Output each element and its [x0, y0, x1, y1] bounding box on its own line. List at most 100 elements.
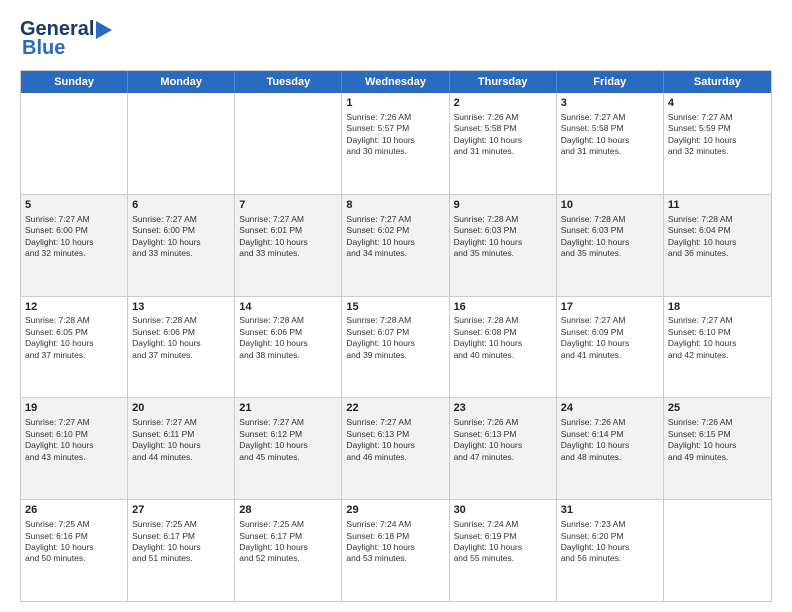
day-number: 22	[346, 401, 444, 416]
day-info-line: Daylight: 10 hours	[561, 237, 659, 248]
day-number: 19	[25, 401, 123, 416]
day-info-line: Sunset: 6:05 PM	[25, 327, 123, 338]
day-number: 26	[25, 503, 123, 518]
day-info-line: Sunset: 6:04 PM	[668, 225, 767, 236]
day-info-line: and 52 minutes.	[239, 553, 337, 564]
calendar-row: 1Sunrise: 7:26 AMSunset: 5:57 PMDaylight…	[21, 93, 771, 195]
day-info-line: Sunset: 6:03 PM	[561, 225, 659, 236]
day-number: 30	[454, 503, 552, 518]
day-number: 1	[346, 96, 444, 111]
day-number: 28	[239, 503, 337, 518]
day-info-line: Daylight: 10 hours	[454, 440, 552, 451]
day-number: 7	[239, 198, 337, 213]
day-info-line: and 32 minutes.	[668, 146, 767, 157]
day-info-line: and 43 minutes.	[25, 452, 123, 463]
calendar-row: 5Sunrise: 7:27 AMSunset: 6:00 PMDaylight…	[21, 195, 771, 297]
day-info-line: Sunset: 6:16 PM	[25, 531, 123, 542]
day-info-line: and 50 minutes.	[25, 553, 123, 564]
day-info-line: Daylight: 10 hours	[25, 440, 123, 451]
calendar-cell: 1Sunrise: 7:26 AMSunset: 5:57 PMDaylight…	[342, 93, 449, 194]
day-info-line: and 47 minutes.	[454, 452, 552, 463]
calendar-cell: 5Sunrise: 7:27 AMSunset: 6:00 PMDaylight…	[21, 195, 128, 296]
logo: General Blue	[20, 18, 118, 60]
calendar-cell: 23Sunrise: 7:26 AMSunset: 6:13 PMDayligh…	[450, 398, 557, 499]
day-info-line: and 34 minutes.	[346, 248, 444, 259]
day-number: 27	[132, 503, 230, 518]
day-info-line: Sunset: 5:58 PM	[454, 123, 552, 134]
day-number: 18	[668, 300, 767, 315]
calendar-cell: 13Sunrise: 7:28 AMSunset: 6:06 PMDayligh…	[128, 297, 235, 398]
calendar-header: SundayMondayTuesdayWednesdayThursdayFrid…	[21, 71, 771, 93]
day-info-line: and 55 minutes.	[454, 553, 552, 564]
day-number: 15	[346, 300, 444, 315]
day-number: 24	[561, 401, 659, 416]
day-number: 11	[668, 198, 767, 213]
day-info-line: and 51 minutes.	[132, 553, 230, 564]
day-info-line: Sunset: 6:13 PM	[346, 429, 444, 440]
day-info-line: Sunset: 6:06 PM	[239, 327, 337, 338]
day-info-line: Sunrise: 7:28 AM	[454, 214, 552, 225]
day-number: 5	[25, 198, 123, 213]
day-info-line: Sunrise: 7:25 AM	[25, 519, 123, 530]
day-info-line: Daylight: 10 hours	[346, 237, 444, 248]
day-number: 16	[454, 300, 552, 315]
day-info-line: Daylight: 10 hours	[25, 542, 123, 553]
day-info-line: and 30 minutes.	[346, 146, 444, 157]
day-number: 8	[346, 198, 444, 213]
day-info-line: Daylight: 10 hours	[668, 338, 767, 349]
day-info-line: and 48 minutes.	[561, 452, 659, 463]
day-info-line: Sunrise: 7:25 AM	[132, 519, 230, 530]
calendar-cell: 7Sunrise: 7:27 AMSunset: 6:01 PMDaylight…	[235, 195, 342, 296]
day-info-line: Sunrise: 7:28 AM	[132, 315, 230, 326]
weekday-header: Saturday	[664, 71, 771, 93]
day-info-line: Sunset: 5:59 PM	[668, 123, 767, 134]
day-info-line: and 44 minutes.	[132, 452, 230, 463]
day-info-line: Daylight: 10 hours	[239, 542, 337, 553]
day-info-line: Daylight: 10 hours	[668, 440, 767, 451]
day-info-line: Sunset: 6:02 PM	[346, 225, 444, 236]
day-info-line: and 37 minutes.	[132, 350, 230, 361]
day-number: 23	[454, 401, 552, 416]
day-info-line: Sunrise: 7:27 AM	[561, 112, 659, 123]
calendar-cell: 27Sunrise: 7:25 AMSunset: 6:17 PMDayligh…	[128, 500, 235, 601]
day-number: 17	[561, 300, 659, 315]
day-info-line: and 42 minutes.	[668, 350, 767, 361]
weekday-header: Friday	[557, 71, 664, 93]
calendar-cell: 28Sunrise: 7:25 AMSunset: 6:17 PMDayligh…	[235, 500, 342, 601]
calendar-cell: 9Sunrise: 7:28 AMSunset: 6:03 PMDaylight…	[450, 195, 557, 296]
day-info-line: Sunrise: 7:28 AM	[668, 214, 767, 225]
day-info-line: Daylight: 10 hours	[239, 440, 337, 451]
day-info-line: Daylight: 10 hours	[561, 135, 659, 146]
day-info-line: Sunrise: 7:28 AM	[454, 315, 552, 326]
day-info-line: Daylight: 10 hours	[132, 237, 230, 248]
day-info-line: Daylight: 10 hours	[561, 440, 659, 451]
logo-arrow-icon	[96, 21, 118, 39]
day-info-line: and 31 minutes.	[561, 146, 659, 157]
day-number: 21	[239, 401, 337, 416]
logo-blue: Blue	[22, 37, 65, 60]
day-info-line: Daylight: 10 hours	[132, 542, 230, 553]
day-info-line: Sunset: 6:17 PM	[239, 531, 337, 542]
day-info-line: Daylight: 10 hours	[668, 237, 767, 248]
day-number: 31	[561, 503, 659, 518]
day-info-line: Daylight: 10 hours	[346, 338, 444, 349]
calendar-row: 26Sunrise: 7:25 AMSunset: 6:16 PMDayligh…	[21, 500, 771, 601]
day-info-line: Daylight: 10 hours	[132, 440, 230, 451]
day-info-line: and 46 minutes.	[346, 452, 444, 463]
calendar-cell: 14Sunrise: 7:28 AMSunset: 6:06 PMDayligh…	[235, 297, 342, 398]
day-info-line: Sunset: 6:09 PM	[561, 327, 659, 338]
day-info-line: Sunrise: 7:27 AM	[25, 214, 123, 225]
weekday-header: Thursday	[450, 71, 557, 93]
day-info-line: Sunrise: 7:26 AM	[454, 417, 552, 428]
weekday-header: Sunday	[21, 71, 128, 93]
day-info-line: and 56 minutes.	[561, 553, 659, 564]
calendar-cell: 20Sunrise: 7:27 AMSunset: 6:11 PMDayligh…	[128, 398, 235, 499]
calendar-cell: 4Sunrise: 7:27 AMSunset: 5:59 PMDaylight…	[664, 93, 771, 194]
calendar-body: 1Sunrise: 7:26 AMSunset: 5:57 PMDaylight…	[21, 93, 771, 601]
day-info-line: and 36 minutes.	[668, 248, 767, 259]
day-info-line: Sunrise: 7:27 AM	[668, 112, 767, 123]
day-info-line: Daylight: 10 hours	[454, 338, 552, 349]
calendar-cell	[664, 500, 771, 601]
calendar: SundayMondayTuesdayWednesdayThursdayFrid…	[20, 70, 772, 602]
day-info-line: Sunrise: 7:26 AM	[561, 417, 659, 428]
